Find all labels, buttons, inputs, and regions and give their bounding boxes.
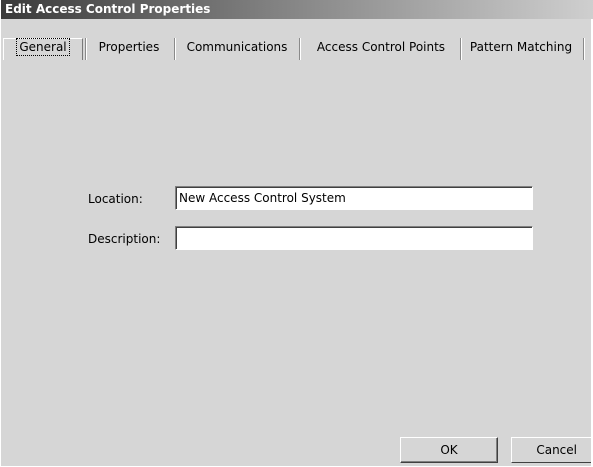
- tab-properties-label: Properties: [98, 40, 160, 54]
- tab-divider: [460, 38, 462, 60]
- dialog-title: Edit Access Control Properties: [5, 2, 211, 16]
- tab-divider: [85, 38, 87, 60]
- tab-strip: General Properties Communications Access…: [3, 34, 593, 60]
- ok-button[interactable]: OK: [400, 437, 498, 463]
- location-input[interactable]: [175, 186, 533, 210]
- tab-pattern-matching-label: Pattern Matching: [469, 40, 573, 54]
- tab-general[interactable]: General: [9, 34, 77, 60]
- tab-access-control-points-label: Access Control Points: [316, 40, 446, 54]
- tab-access-control-points[interactable]: Access Control Points: [305, 34, 457, 60]
- edit-access-control-dialog: Edit Access Control Properties General P…: [0, 0, 593, 467]
- location-label: Location:: [88, 192, 143, 206]
- tab-communications-label: Communications: [186, 40, 288, 54]
- dialog-title-bar: Edit Access Control Properties: [1, 0, 593, 19]
- description-input[interactable]: [175, 226, 533, 250]
- tab-divider: [174, 38, 176, 60]
- tab-pattern-matching[interactable]: Pattern Matching: [466, 34, 576, 60]
- tab-general-label: General: [16, 38, 70, 56]
- tab-properties[interactable]: Properties: [91, 34, 167, 60]
- cancel-button[interactable]: Cancel: [511, 437, 593, 463]
- description-label: Description:: [88, 232, 161, 246]
- tab-divider: [583, 38, 585, 60]
- tab-communications[interactable]: Communications: [180, 34, 294, 60]
- tab-divider: [299, 38, 301, 60]
